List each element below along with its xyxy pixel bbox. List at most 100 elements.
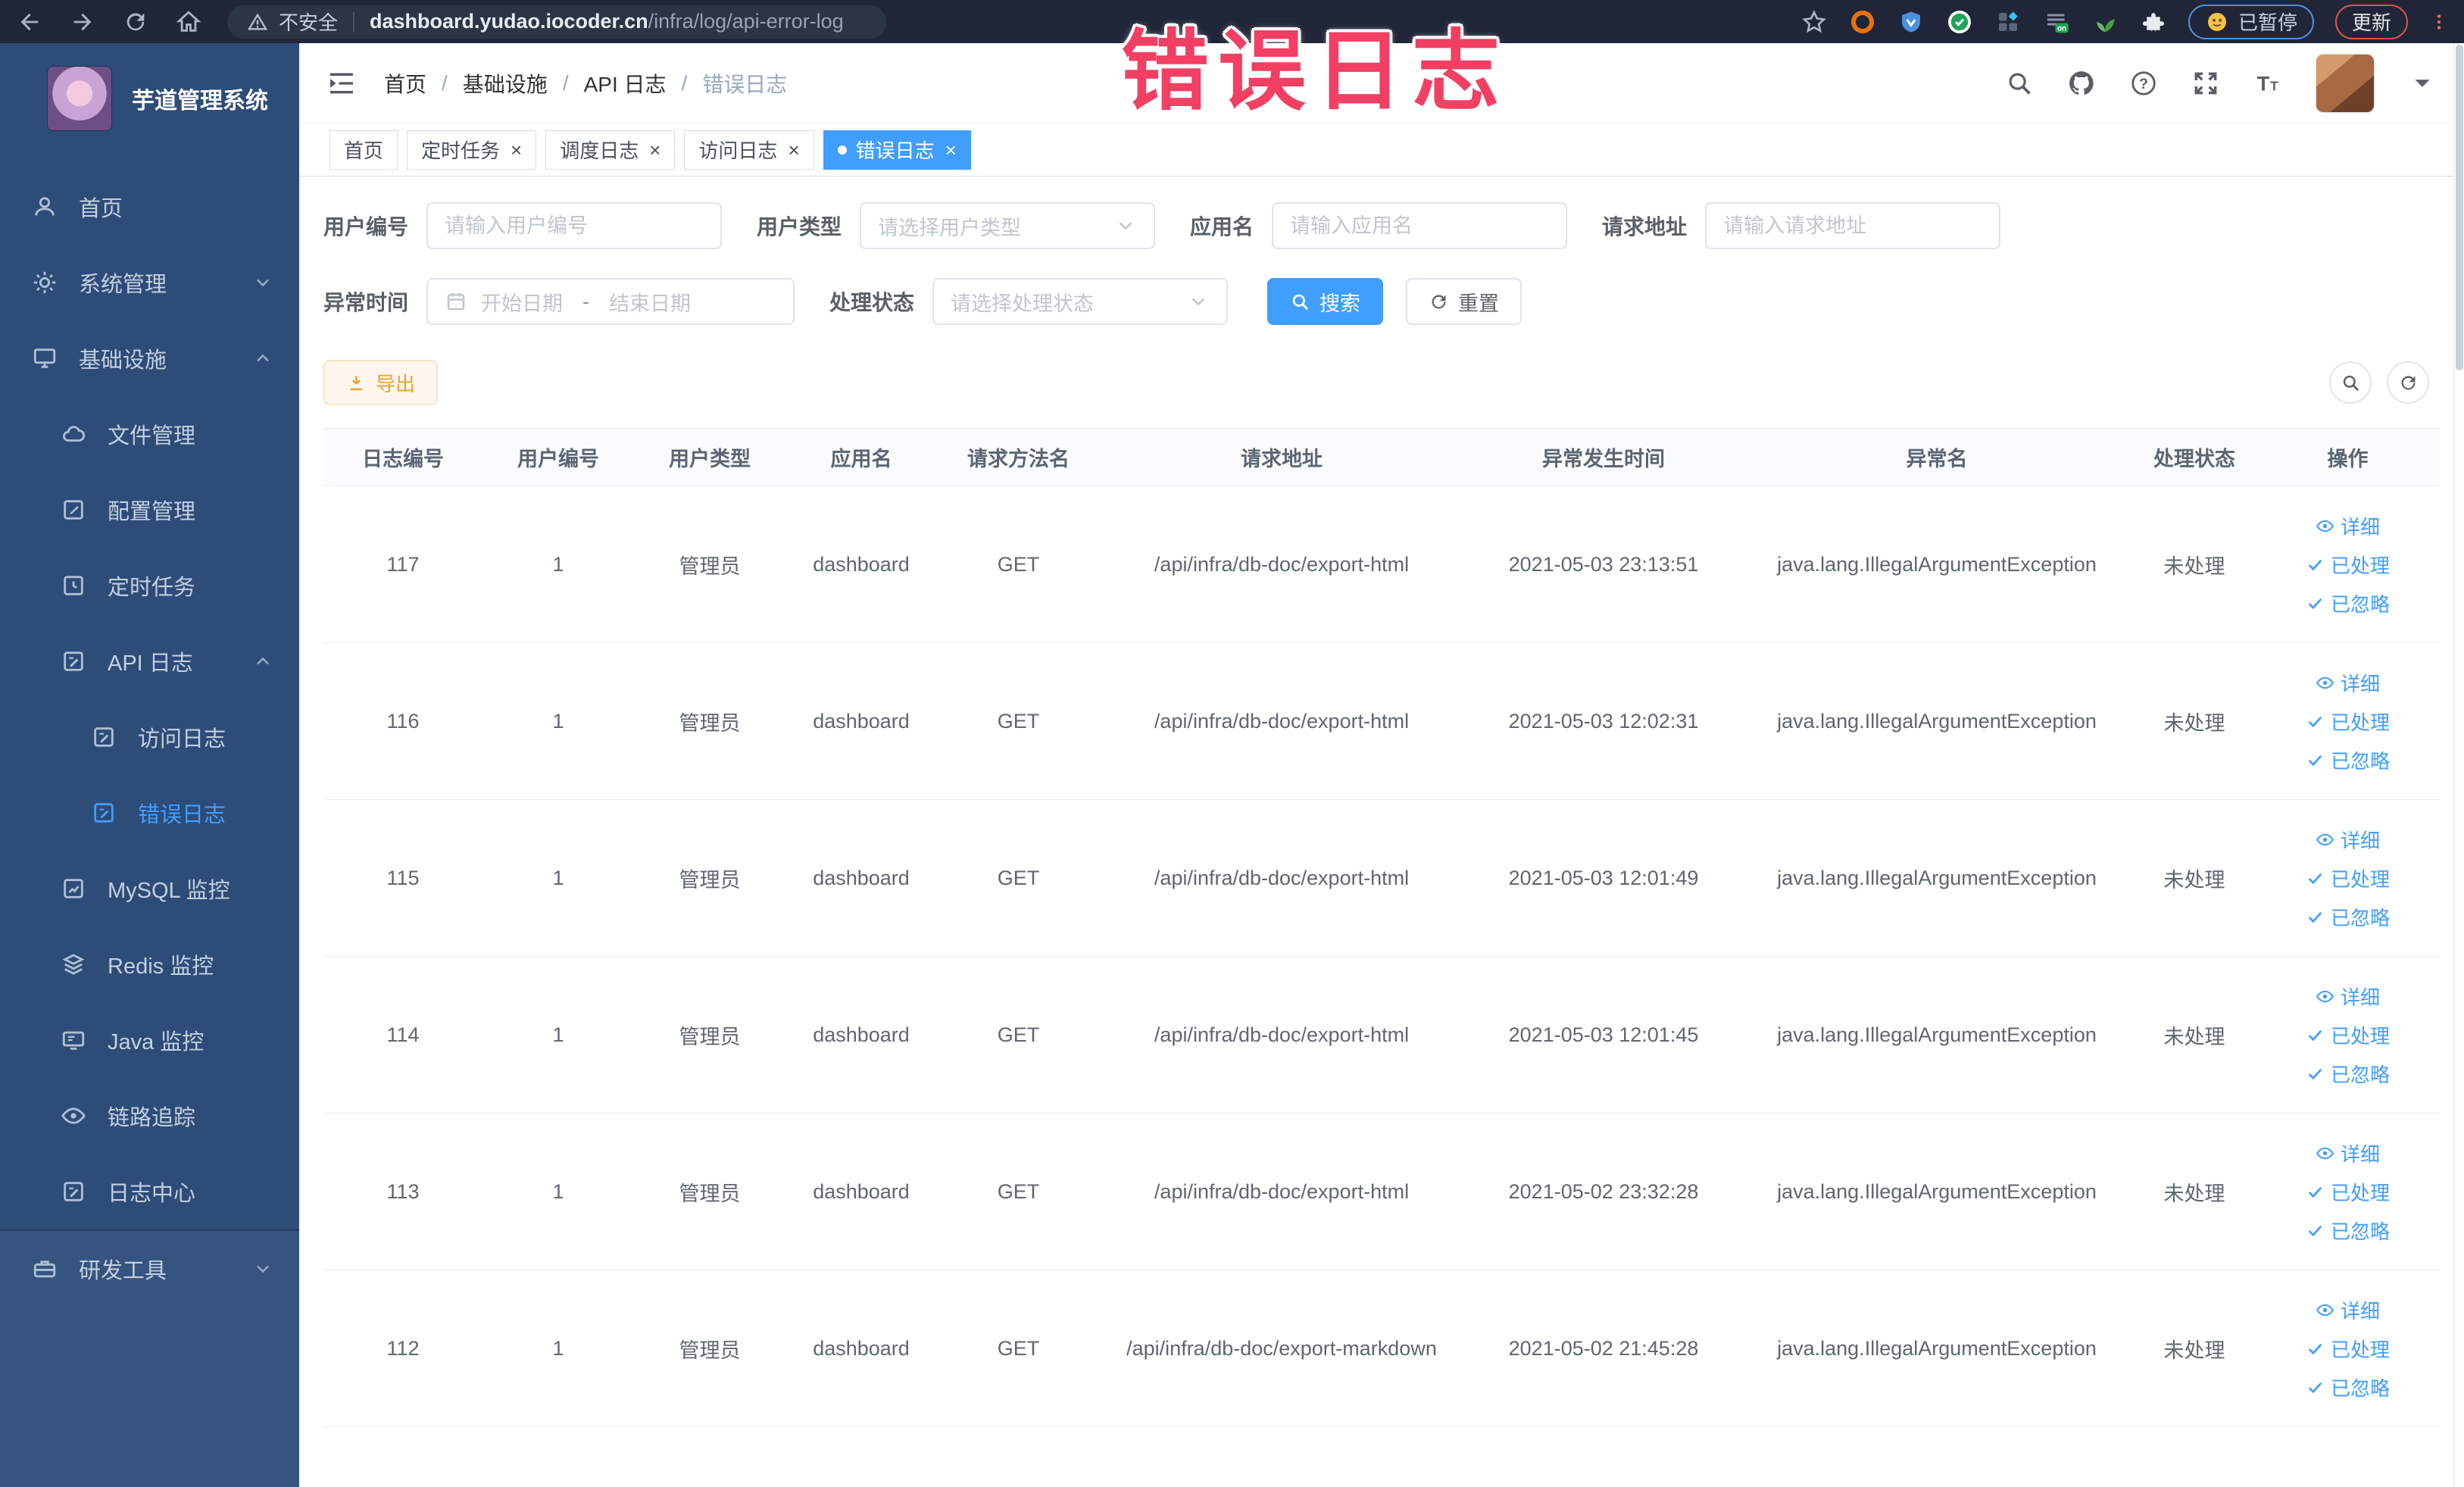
ignored-link[interactable]: 已忽略 (2306, 903, 2390, 931)
forward-icon[interactable] (70, 9, 95, 35)
scrollbar-thumb[interactable] (2456, 45, 2463, 370)
sidebar-item-scheduled-tasks[interactable]: 定时任务 (0, 548, 299, 623)
ext-shield-icon[interactable] (1897, 8, 1925, 36)
processed-link[interactable]: 已处理 (2306, 864, 2390, 892)
github-icon[interactable] (2067, 69, 2096, 98)
sidebar-item-mysql-monitor[interactable]: MySQL 监控 (0, 851, 299, 926)
ignored-link[interactable]: 已忽略 (2306, 1060, 2390, 1088)
sidebar-item-home[interactable]: 首页 (0, 169, 299, 245)
detail-link[interactable]: 详细 (2316, 1139, 2380, 1167)
tab-home[interactable]: 首页 (329, 130, 398, 170)
column-header: 异常名 (1906, 448, 1968, 470)
date-range-picker[interactable]: 开始日期 - 结束日期 (426, 278, 795, 325)
address-bar[interactable]: 不安全 dashboard.yudao.iocoder.cn /infra/lo… (227, 5, 886, 39)
refresh-table-button[interactable] (2387, 361, 2429, 404)
sidebar-item-api-log[interactable]: API 日志 (0, 623, 299, 699)
sidebar-item-java-monitor[interactable]: Java 监控 (0, 1002, 299, 1078)
ext-leaf-icon[interactable] (2091, 8, 2119, 36)
hamburger-icon[interactable] (326, 68, 357, 98)
detail-link[interactable]: 详细 (2316, 982, 2380, 1011)
ext-grid-icon[interactable] (1994, 8, 2022, 36)
request-url-input[interactable] (1723, 214, 1983, 238)
font-size-icon[interactable]: TT (2253, 69, 2282, 98)
sidebar-item-dev-tools[interactable]: 研发工具 (0, 1231, 299, 1307)
processed-link[interactable]: 已处理 (2306, 551, 2390, 579)
sidebar-item-label: 文件管理 (108, 424, 196, 448)
cell-method: GET (997, 866, 1040, 889)
cell-time: 2021-05-03 12:01:45 (1508, 1023, 1699, 1046)
breadcrumb-item[interactable]: 基础设施 (463, 68, 548, 98)
sidebar-item-label: 定时任务 (108, 576, 196, 600)
column-header: 操作 (2327, 448, 2369, 470)
detail-link[interactable]: 详细 (2316, 669, 2380, 697)
tab-access-log[interactable]: 访问日志 × (684, 130, 814, 170)
home-icon[interactable] (176, 9, 201, 35)
ignored-link[interactable]: 已忽略 (2306, 1373, 2390, 1401)
ext-green-icon[interactable] (1946, 8, 1973, 36)
detail-link[interactable]: 详细 (2316, 512, 2380, 540)
sidebar-item-system-management[interactable]: 系统管理 (0, 245, 299, 320)
ignored-link[interactable]: 已忽略 (2306, 589, 2390, 617)
processed-link[interactable]: 已处理 (2306, 1021, 2390, 1049)
ext-on-icon[interactable]: on (2043, 8, 2070, 36)
back-icon[interactable] (17, 9, 42, 35)
reload-icon[interactable] (123, 9, 148, 35)
tab-job-log[interactable]: 调度日志 × (545, 130, 676, 170)
detail-link[interactable]: 详细 (2316, 1296, 2380, 1324)
tab-job[interactable]: 定时任务 × (407, 130, 537, 170)
sidebar-item-redis-monitor[interactable]: Redis 监控 (0, 926, 299, 1002)
page-scrollbar[interactable] (2453, 43, 2464, 1487)
sidebar-item-tracing[interactable]: 链路追踪 (0, 1078, 299, 1154)
puzzle-icon[interactable] (2140, 8, 2167, 36)
sidebar-item-infrastructure[interactable]: 基础设施 (0, 320, 299, 396)
ext-orange-icon[interactable] (1849, 8, 1876, 36)
processed-link[interactable]: 已处理 (2306, 1178, 2390, 1206)
sidebar-item-log-center[interactable]: 日志中心 (0, 1154, 299, 1229)
tab-error-log[interactable]: 错误日志 × (823, 130, 971, 170)
browser-menu-icon[interactable] (2429, 8, 2449, 36)
user-avatar[interactable] (2316, 53, 2375, 113)
processed-link[interactable]: 已处理 (2306, 1335, 2390, 1363)
ignored-link[interactable]: 已忽略 (2306, 746, 2390, 774)
caret-down-icon[interactable] (2408, 69, 2437, 98)
app-name-input[interactable] (1290, 214, 1550, 238)
sidebar-item-file-management[interactable]: 文件管理 (0, 396, 299, 472)
profile-paused-badge[interactable]: 已暂停 (2188, 4, 2314, 39)
detail-link[interactable]: 详细 (2316, 826, 2380, 854)
security-label[interactable]: 不安全 (279, 8, 338, 36)
toggle-search-button[interactable] (2329, 361, 2372, 404)
search-button[interactable]: 搜索 (1267, 278, 1384, 325)
processed-link[interactable]: 已处理 (2306, 708, 2390, 736)
close-tab-icon[interactable]: × (511, 140, 522, 160)
sidebar-item-access-log[interactable]: 访问日志 (0, 699, 299, 775)
close-tab-icon[interactable]: × (945, 140, 957, 160)
sidebar-item-label: 错误日志 (138, 803, 226, 827)
breadcrumb-item[interactable]: 错误日志 (702, 68, 787, 98)
breadcrumb-item[interactable]: 首页 (384, 68, 426, 98)
help-icon[interactable]: ? (2129, 69, 2158, 98)
close-tab-icon[interactable]: × (788, 140, 799, 160)
ignored-link[interactable]: 已忽略 (2306, 1217, 2390, 1245)
sidebar-item-config-management[interactable]: 配置管理 (0, 472, 299, 548)
reset-button[interactable]: 重置 (1406, 278, 1522, 325)
monitor-icon (32, 345, 58, 371)
process-status-select[interactable]: 请选择处理状态 (932, 278, 1229, 325)
sidebar-item-error-log[interactable]: 错误日志 (0, 775, 299, 851)
close-tab-icon[interactable]: × (649, 140, 661, 160)
range-separator: - (582, 289, 590, 313)
search-icon[interactable] (2005, 69, 2034, 98)
check-icon (2306, 908, 2325, 926)
app-logo[interactable]: 芋道管理系统 (0, 43, 299, 151)
user-type-select[interactable]: 请选择用户类型 (860, 202, 1156, 249)
end-date-placeholder: 结束日期 (609, 292, 692, 315)
sidebar-filler (0, 1307, 299, 1487)
fullscreen-icon[interactable] (2191, 69, 2220, 98)
update-button[interactable]: 更新 (2334, 4, 2408, 39)
user-id-input[interactable] (445, 214, 704, 238)
cell-url: /api/infra/db-doc/export-markdown (1126, 1336, 1437, 1360)
logo-image (47, 66, 112, 131)
export-button[interactable]: 导出 (323, 360, 439, 405)
filter-user-id: 用户编号 (323, 202, 723, 249)
breadcrumb-item[interactable]: API 日志 (584, 68, 667, 98)
bookmark-star-icon[interactable] (1800, 8, 1828, 36)
